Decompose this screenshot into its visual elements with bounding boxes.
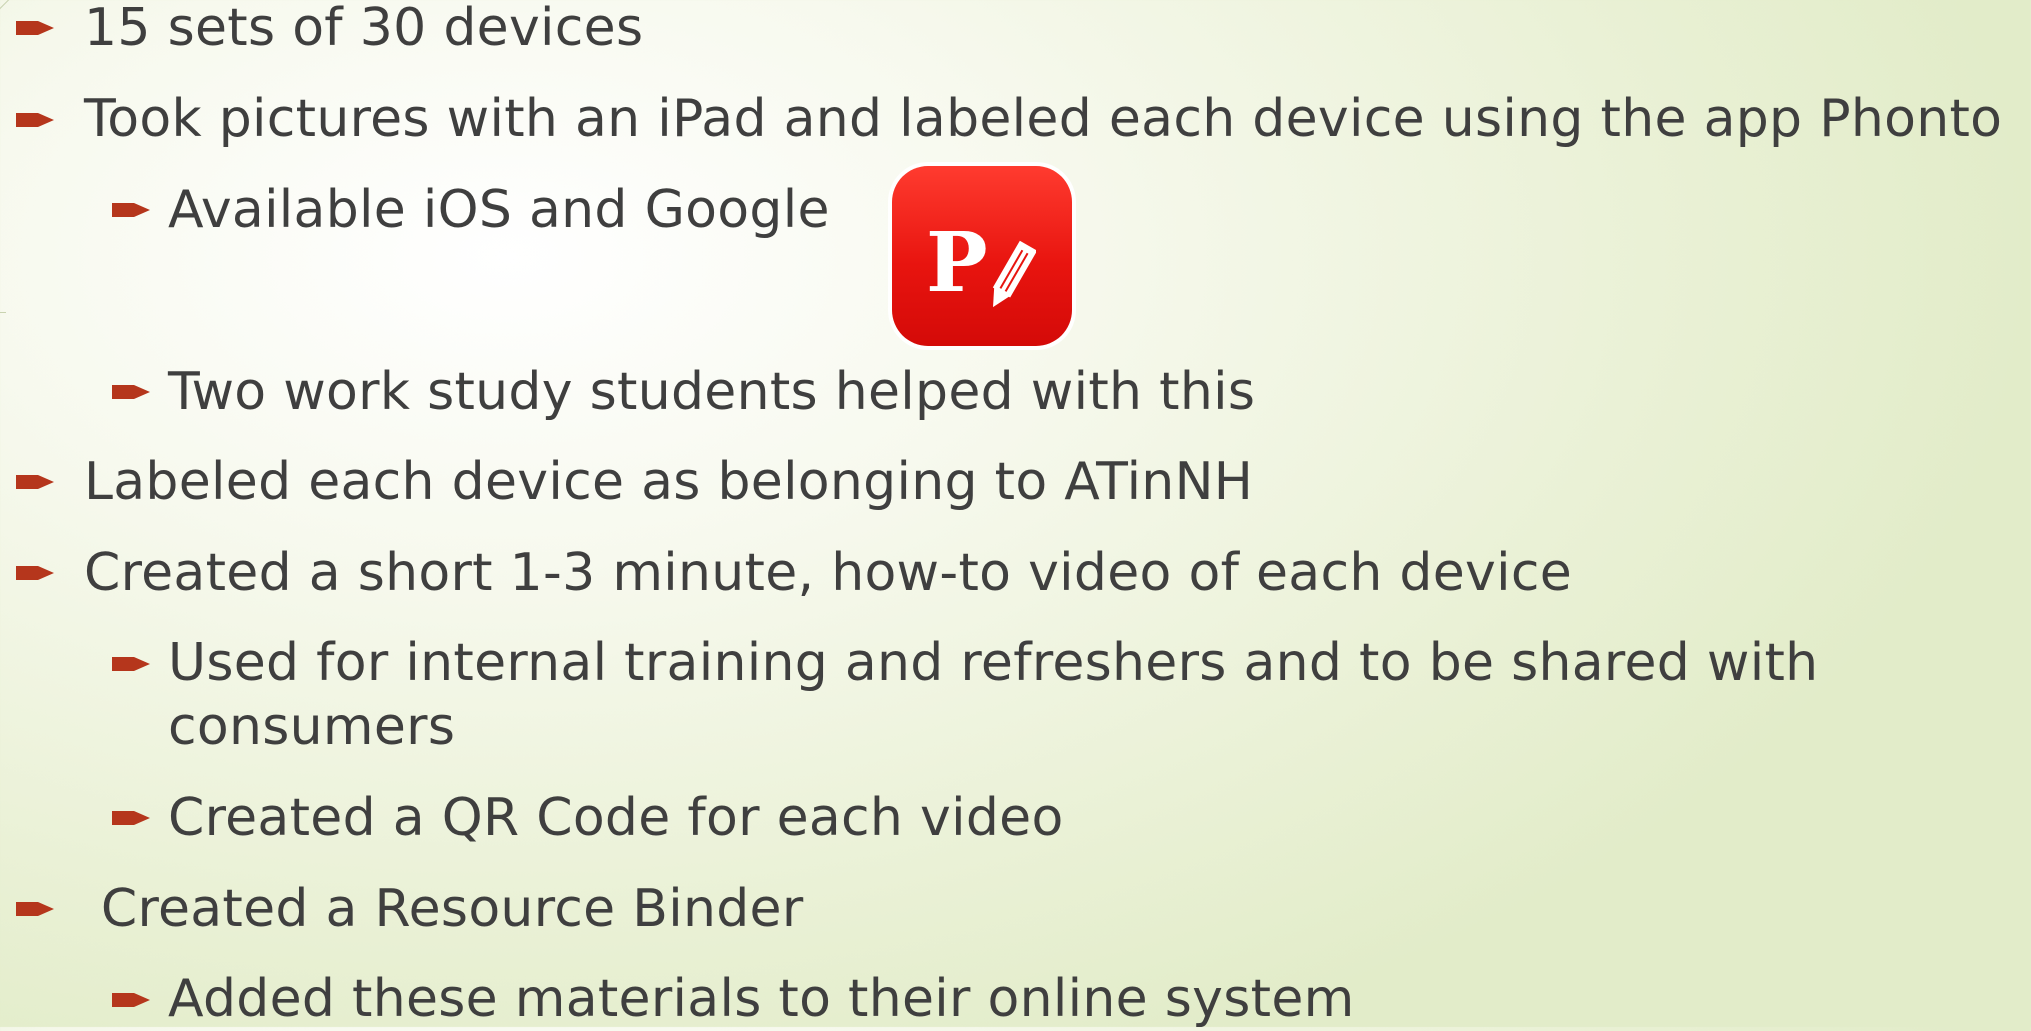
bullet-arrow-icon (16, 563, 56, 583)
bullet-arrow-icon (16, 18, 56, 38)
sub-bullet-text-8: Created a QR Code for each video (168, 788, 1064, 848)
bullet-text-9: Created a Resource Binder (84, 879, 804, 939)
decorative-tick (0, 312, 6, 313)
sub-bullet-arrow-icon (112, 200, 152, 220)
sub-bullet-text-3: Available iOS and Google (168, 180, 830, 240)
bullet-text-2: Took pictures with an iPad and labeled e… (84, 89, 2003, 149)
bullet-text-1: 15 sets of 30 devices (84, 0, 644, 58)
bullet-text-6: Created a short 1-3 minute, how-to video… (84, 543, 1573, 603)
phonto-app-icon: P (892, 166, 1072, 346)
pencil-icon (992, 240, 1036, 308)
sub-bullet-text-7: Used for internal training and refresher… (168, 633, 1819, 757)
bullet-text-5: Labeled each device as belonging to ATin… (84, 452, 1254, 512)
sub-bullet-text-4: Two work study students helped with this (168, 362, 1256, 422)
slide: 15 sets of 30 devices Took pictures with… (0, 0, 2031, 1029)
app-icon-letter: P (926, 215, 988, 311)
sub-bullet-arrow-icon (112, 990, 152, 1010)
bullet-arrow-icon (16, 110, 56, 130)
bullet-arrow-icon (16, 899, 56, 919)
sub-bullet-arrow-icon (112, 382, 152, 402)
sub-bullet-arrow-icon (112, 654, 152, 674)
sub-bullet-arrow-icon (112, 808, 152, 828)
bullet-arrow-icon (16, 472, 56, 492)
sub-bullet-text-10: Added these materials to their online sy… (168, 969, 1355, 1029)
